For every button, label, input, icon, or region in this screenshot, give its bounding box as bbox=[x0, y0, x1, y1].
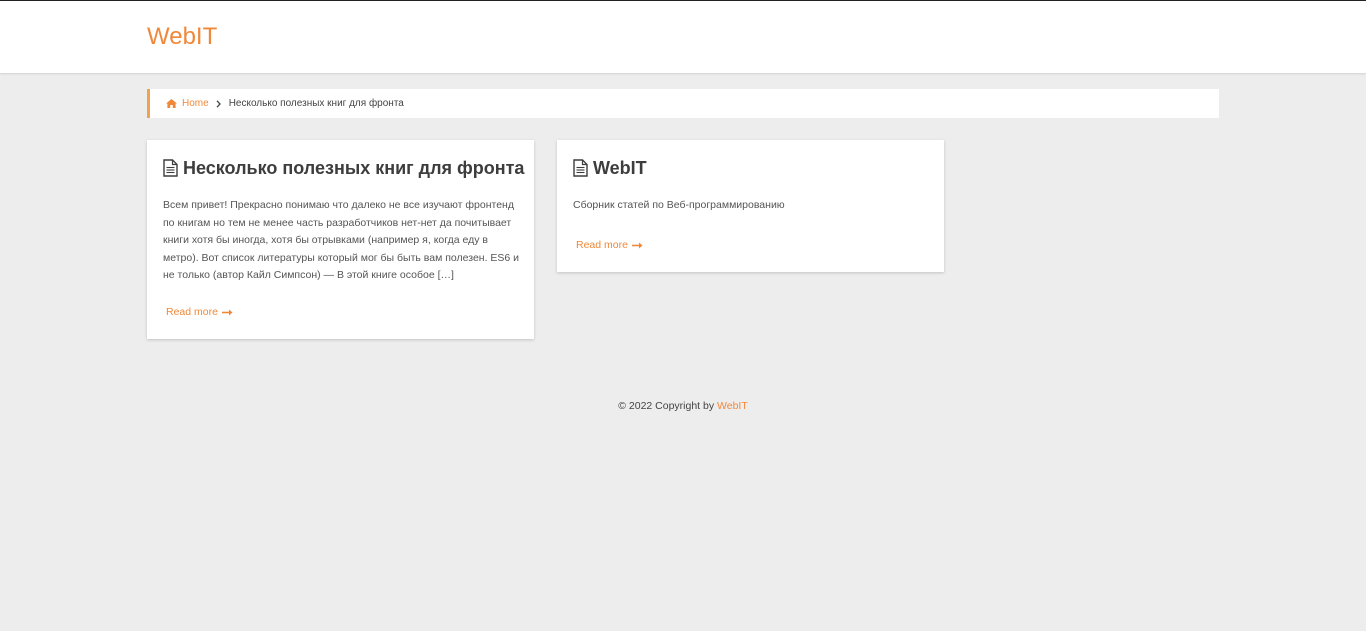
post-excerpt: Всем привет! Прекрасно понимаю что далек… bbox=[163, 199, 520, 281]
arrow-right-icon bbox=[631, 242, 643, 248]
read-more-link[interactable]: Read more bbox=[576, 239, 643, 251]
post-excerpt: Сборник статей по Веб-программированию bbox=[573, 199, 785, 211]
read-more-label: Read more bbox=[576, 239, 628, 251]
read-more-label: Read more bbox=[166, 306, 218, 318]
post-title[interactable]: WebIT bbox=[573, 157, 647, 179]
post-card: Несколько полезных книг для фронта Всем … bbox=[147, 140, 534, 339]
site-footer: © 2022 Copyright by WebIT bbox=[0, 400, 1366, 412]
document-icon bbox=[573, 159, 588, 177]
site-logo[interactable]: WebIT bbox=[147, 21, 217, 53]
post-title[interactable]: Несколько полезных книг для фронта bbox=[163, 157, 524, 179]
arrow-right-icon bbox=[221, 309, 233, 315]
document-icon bbox=[163, 159, 178, 177]
post-card: WebIT Сборник статей по Веб-программиров… bbox=[557, 140, 944, 272]
read-more-link[interactable]: Read more bbox=[166, 306, 233, 318]
breadcrumb: Home Несколько полезных книг для фронта bbox=[147, 89, 1219, 118]
footer-brand-link[interactable]: WebIT bbox=[717, 400, 748, 412]
post-title-text: Несколько полезных книг для фронта bbox=[183, 158, 525, 178]
breadcrumb-home-label: Home bbox=[182, 98, 209, 109]
home-icon bbox=[166, 99, 177, 108]
chevron-right-icon bbox=[216, 99, 221, 108]
footer-copyright: © 2022 Copyright by bbox=[618, 400, 715, 412]
post-title-text: WebIT bbox=[593, 158, 647, 178]
site-header: WebIT bbox=[0, 1, 1366, 73]
breadcrumb-current: Несколько полезных книг для фронта bbox=[228, 98, 404, 109]
breadcrumb-home-link[interactable]: Home bbox=[166, 98, 209, 109]
